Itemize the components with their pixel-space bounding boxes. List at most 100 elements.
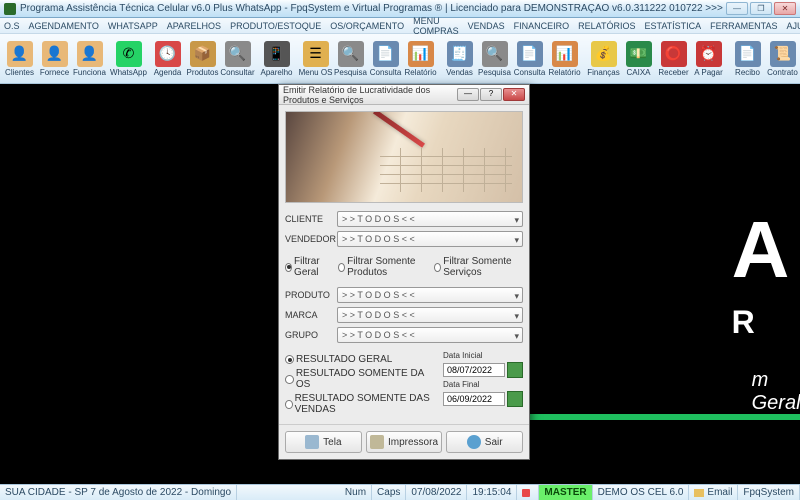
status-num: Num [340, 485, 372, 500]
status-master: MASTER [539, 485, 592, 500]
toolbar-produtos[interactable]: 📦Produtos [185, 38, 220, 80]
caixa-icon: 💵 [626, 41, 652, 67]
consulta-icon: 📄 [517, 41, 543, 67]
filter-radio-group: Filtrar Geral Filtrar Somente Produtos F… [285, 253, 523, 281]
data-final-label: Data Final [443, 380, 523, 389]
marca-label: MARCA [285, 310, 337, 320]
calendar-icon[interactable] [507, 391, 523, 407]
status-time: 19:15:04 [467, 485, 517, 500]
sair-button[interactable]: Sair [446, 431, 523, 453]
produto-select[interactable]: > > T O D O S < < [337, 287, 523, 303]
menu-agendamento[interactable]: AGENDAMENTO [29, 21, 99, 31]
close-button[interactable]: ✕ [774, 2, 796, 15]
a pagar-icon: ⏰ [696, 41, 722, 67]
dialog-help-button[interactable]: ? [480, 88, 502, 101]
status-caps: Caps [372, 485, 406, 500]
vendedor-select[interactable]: > > T O D O S < < [337, 231, 523, 247]
menu-vendas[interactable]: VENDAS [468, 21, 505, 31]
status-fpq[interactable]: FpqSystem [738, 485, 800, 500]
status-date: 07/08/2022 [406, 485, 467, 500]
dialog-close-button[interactable]: ✕ [503, 88, 525, 101]
vendas-icon: 🧾 [447, 41, 473, 67]
menu-orcamento[interactable]: OS/ORÇAMENTO [330, 21, 404, 31]
data-inicial-input[interactable]: 08/07/2022 [443, 363, 505, 377]
menu-aparelhos[interactable]: APARELHOS [167, 21, 221, 31]
menu-os[interactable]: O.S [4, 21, 20, 31]
radio-resultado-vendas[interactable]: RESULTADO SOMENTE DAS VENDAS [285, 393, 437, 415]
calendar-icon[interactable] [507, 362, 523, 378]
tela-button[interactable]: Tela [285, 431, 362, 453]
receber-icon: ⭕ [661, 41, 687, 67]
status-city: SUA CIDADE - SP 7 de Agosto de 2022 - Do… [0, 485, 237, 500]
toolbar-agenda[interactable]: 🕓Agenda [150, 38, 185, 80]
toolbar-clientes[interactable]: 👤Clientes [2, 38, 37, 80]
dialog-minimize-button[interactable]: — [457, 88, 479, 101]
toolbar-contrato[interactable]: 📜Contrato [765, 38, 800, 80]
workspace: ⚙⚙ C D Assist A R m Geral Emitir Relatór… [0, 84, 800, 484]
screen-icon [305, 435, 319, 449]
vendedor-label: VENDEDOR [285, 234, 337, 244]
toolbar-relatório[interactable]: 📊Relatório [547, 38, 582, 80]
toolbar-finanças[interactable]: 💰Finanças [586, 38, 621, 80]
menu-compras[interactable]: MENU COMPRAS [413, 16, 459, 36]
toolbar-caixa[interactable]: 💵CAIXA [621, 38, 656, 80]
impressora-button[interactable]: Impressora [366, 431, 443, 453]
window-title: Programa Assistência Técnica Celular v6.… [20, 3, 726, 14]
agenda-icon: 🕓 [155, 41, 181, 67]
toolbar-recibo[interactable]: 📄Recibo [730, 38, 765, 80]
fornece-icon: 👤 [42, 41, 68, 67]
grupo-select[interactable]: > > T O D O S < < [337, 327, 523, 343]
menu-ajuda[interactable]: AJUDA [787, 21, 800, 31]
radio-filtrar-produtos[interactable]: Filtrar Somente Produtos [338, 256, 428, 278]
finanças-icon: 💰 [591, 41, 617, 67]
radio-resultado-geral[interactable]: RESULTADO GERAL [285, 354, 437, 365]
toolbar-whatsapp[interactable]: ✆WhatsApp [111, 38, 146, 80]
dialog-image [285, 111, 523, 203]
toolbar-consulta[interactable]: 📄Consulta [512, 38, 547, 80]
toolbar-funciona[interactable]: 👤Funciona [72, 38, 107, 80]
marca-select[interactable]: > > T O D O S < < [337, 307, 523, 323]
radio-filtrar-geral[interactable]: Filtrar Geral [285, 256, 332, 278]
whatsapp-icon: ✆ [116, 41, 142, 67]
funciona-icon: 👤 [77, 41, 103, 67]
menubar: O.S AGENDAMENTO WHATSAPP APARELHOS PRODU… [0, 18, 800, 34]
toolbar-receber[interactable]: ⭕Receber [656, 38, 691, 80]
radio-resultado-os[interactable]: RESULTADO SOMENTE DA OS [285, 368, 437, 390]
cliente-select[interactable]: > > T O D O S < < [337, 211, 523, 227]
toolbar-vendas[interactable]: 🧾Vendas [442, 38, 477, 80]
pesquisa-icon: 🔍 [338, 41, 364, 67]
produto-label: PRODUTO [285, 290, 337, 300]
toolbar-aparelho[interactable]: 📱Aparelho [259, 38, 294, 80]
aparelho-icon: 📱 [264, 41, 290, 67]
window-titlebar: Programa Assistência Técnica Celular v6.… [0, 0, 800, 18]
report-dialog: Emitir Relatório de Lucratividade dos Pr… [278, 84, 530, 460]
toolbar-consulta[interactable]: 📄Consulta [368, 38, 403, 80]
menu-ferramentas[interactable]: FERRAMENTAS [710, 21, 777, 31]
relatório-icon: 📊 [552, 41, 578, 67]
toolbar-menu os[interactable]: ☰Menu OS [298, 38, 333, 80]
toolbar-consultar[interactable]: 🔍Consultar [220, 38, 255, 80]
toolbar: 👤Clientes👤Fornece👤Funciona✆WhatsApp🕓Agen… [0, 34, 800, 84]
menu-whatsapp[interactable]: WHATSAPP [108, 21, 158, 31]
menu-estatistica[interactable]: ESTATÍSTICA [645, 21, 702, 31]
toolbar-a pagar[interactable]: ⏰A Pagar [691, 38, 726, 80]
consulta-icon: 📄 [373, 41, 399, 67]
toolbar-relatório[interactable]: 📊Relatório [403, 38, 438, 80]
cliente-label: CLIENTE [285, 214, 337, 224]
toolbar-pesquisa[interactable]: 🔍Pesquisa [333, 38, 368, 80]
dialog-titlebar: Emitir Relatório de Lucratividade dos Pr… [279, 85, 529, 105]
data-final-input[interactable]: 06/09/2022 [443, 392, 505, 406]
menu-financeiro[interactable]: FINANCEIRO [514, 21, 570, 31]
brand-subtitle-right: m Geral [752, 369, 800, 415]
status-email[interactable]: Email [689, 485, 738, 500]
radio-filtrar-servicos[interactable]: Filtrar Somente Serviços [434, 256, 523, 278]
pesquisa-icon: 🔍 [482, 41, 508, 67]
menu-relatorios[interactable]: RELATÓRIOS [578, 21, 635, 31]
menu-produto[interactable]: PRODUTO/ESTOQUE [230, 21, 321, 31]
toolbar-fornece[interactable]: 👤Fornece [37, 38, 72, 80]
maximize-button[interactable]: ❐ [750, 2, 772, 15]
dialog-title: Emitir Relatório de Lucratividade dos Pr… [283, 85, 457, 105]
mail-icon [694, 489, 704, 497]
minimize-button[interactable]: — [726, 2, 748, 15]
toolbar-pesquisa[interactable]: 🔍Pesquisa [477, 38, 512, 80]
